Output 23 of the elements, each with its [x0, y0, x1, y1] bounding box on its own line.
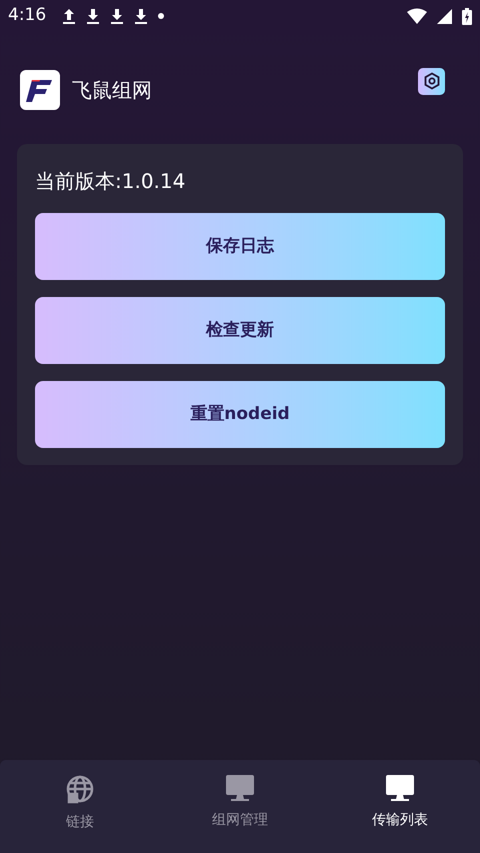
- download-icon: [110, 8, 124, 24]
- monitor-icon: [385, 774, 415, 802]
- app-title: 飞鼠组网: [72, 77, 152, 104]
- app-logo: [20, 70, 60, 110]
- settings-button[interactable]: [418, 68, 445, 94]
- wifi-icon: [407, 8, 427, 24]
- status-time: 4:16: [8, 4, 46, 28]
- action-button[interactable]: 保存日志: [35, 213, 445, 280]
- signal-icon: [437, 8, 452, 24]
- action-button[interactable]: 重置nodeid: [35, 381, 445, 448]
- monitor-icon: [225, 774, 255, 802]
- settings-icon: [422, 72, 440, 90]
- download-icon: [86, 8, 100, 24]
- version-text: 当前版本:1.0.14: [35, 168, 186, 195]
- globe-icon: [65, 774, 95, 804]
- nav-tab[interactable]: 传输列表: [320, 760, 480, 853]
- action-button[interactable]: 检查更新: [35, 297, 445, 364]
- nav-tab[interactable]: 组网管理: [160, 760, 320, 853]
- battery-icon: [462, 8, 472, 24]
- nav-tab[interactable]: 链接: [0, 760, 160, 853]
- download-icon: [134, 8, 148, 24]
- upload-icon: [62, 8, 76, 24]
- dot-icon: [158, 13, 164, 19]
